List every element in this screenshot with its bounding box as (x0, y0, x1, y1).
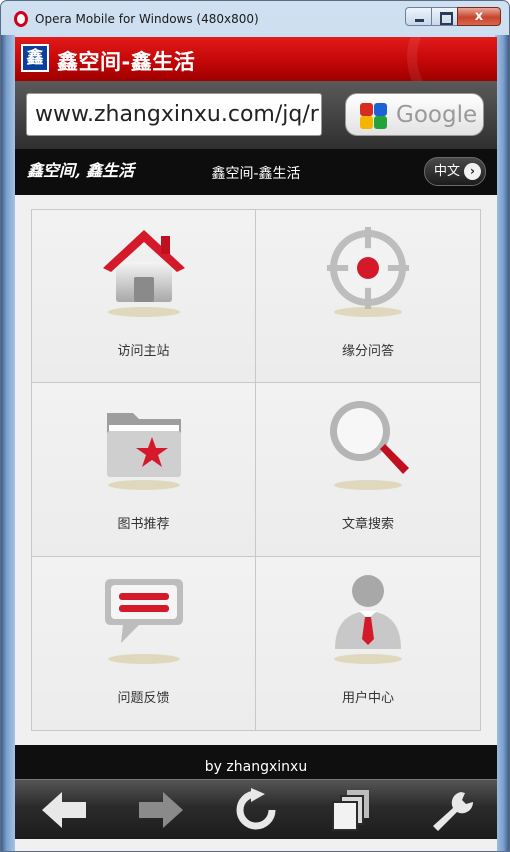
site-logo-icon: 鑫 (21, 44, 49, 72)
footer-credit: by zhangxinxu (204, 759, 308, 775)
tabs-icon (332, 790, 369, 831)
menu-item-user[interactable]: 用户中心 (256, 556, 480, 730)
speech-bubble-icon (99, 569, 189, 669)
menu-grid: 访问主站 缘分问答 图书推荐 文章搜索 问题反馈 用户中心 (31, 209, 481, 731)
back-button[interactable] (38, 788, 92, 832)
menu-item-feedback[interactable]: 问题反馈 (32, 556, 256, 730)
address-bar: www.zhangxinxu.com/jq/r Google (15, 81, 497, 149)
tabs-button[interactable] (325, 788, 379, 832)
site-header: 鑫 鑫空间-鑫生活 (15, 37, 497, 117)
language-button[interactable]: 中文 › (424, 157, 486, 186)
browser-toolbar (15, 779, 497, 839)
back-arrow-icon (42, 792, 86, 828)
site-title: 鑫空间-鑫生活 (57, 50, 196, 74)
language-label: 中文 (434, 164, 461, 179)
chevron-right-icon: › (464, 163, 481, 180)
close-button[interactable]: x (457, 7, 501, 26)
menu-item-home[interactable]: 访问主站 (32, 210, 256, 384)
minimize-button[interactable] (405, 7, 432, 26)
magnifier-icon (323, 395, 413, 495)
menu-item-label: 问题反馈 (117, 690, 170, 706)
url-input[interactable]: www.zhangxinxu.com/jq/r (26, 93, 322, 136)
forward-arrow-icon (139, 792, 183, 828)
page-footer: by zhangxinxu (15, 745, 497, 781)
forward-button[interactable] (133, 788, 187, 832)
menu-item-books[interactable]: 图书推荐 (32, 383, 256, 557)
wrench-icon (433, 792, 474, 831)
maximize-button[interactable] (431, 7, 458, 26)
close-icon: x (474, 9, 484, 24)
browser-viewport: 鑫 鑫空间-鑫生活 www.zhangxinxu.com/jq/r Google… (15, 37, 497, 851)
menu-item-qa[interactable]: 缘分问答 (256, 210, 480, 384)
google-icon (360, 102, 388, 130)
reload-button[interactable] (229, 788, 283, 832)
settings-button[interactable] (423, 788, 477, 832)
user-icon (323, 569, 413, 669)
window-title: Opera Mobile for Windows (480x800) (35, 12, 259, 26)
menu-item-label: 用户中心 (341, 690, 394, 706)
menu-item-label: 图书推荐 (117, 517, 170, 533)
window-controls: x (405, 7, 501, 26)
window-titlebar[interactable]: Opera Mobile for Windows (480x800) x (1, 1, 509, 35)
menu-item-label: 缘分问答 (341, 344, 394, 359)
menu-item-label: 访问主站 (117, 344, 170, 359)
menu-item-search[interactable]: 文章搜索 (256, 383, 480, 557)
target-icon (323, 222, 413, 322)
search-engine-button[interactable]: Google (345, 93, 484, 136)
browser-window: Opera Mobile for Windows (480x800) x 鑫 鑫… (0, 0, 510, 852)
site-subheader: 鑫空间, 鑫生活 鑫空间-鑫生活 中文 › (15, 149, 497, 195)
home-icon (99, 222, 189, 322)
window-frame-right (495, 35, 509, 851)
menu-item-label: 文章搜索 (341, 517, 394, 533)
window-frame-left (1, 35, 15, 851)
search-engine-label: Google (396, 102, 478, 128)
folder-star-icon (99, 395, 189, 495)
reload-icon (236, 788, 276, 830)
opera-logo-icon (14, 11, 28, 27)
